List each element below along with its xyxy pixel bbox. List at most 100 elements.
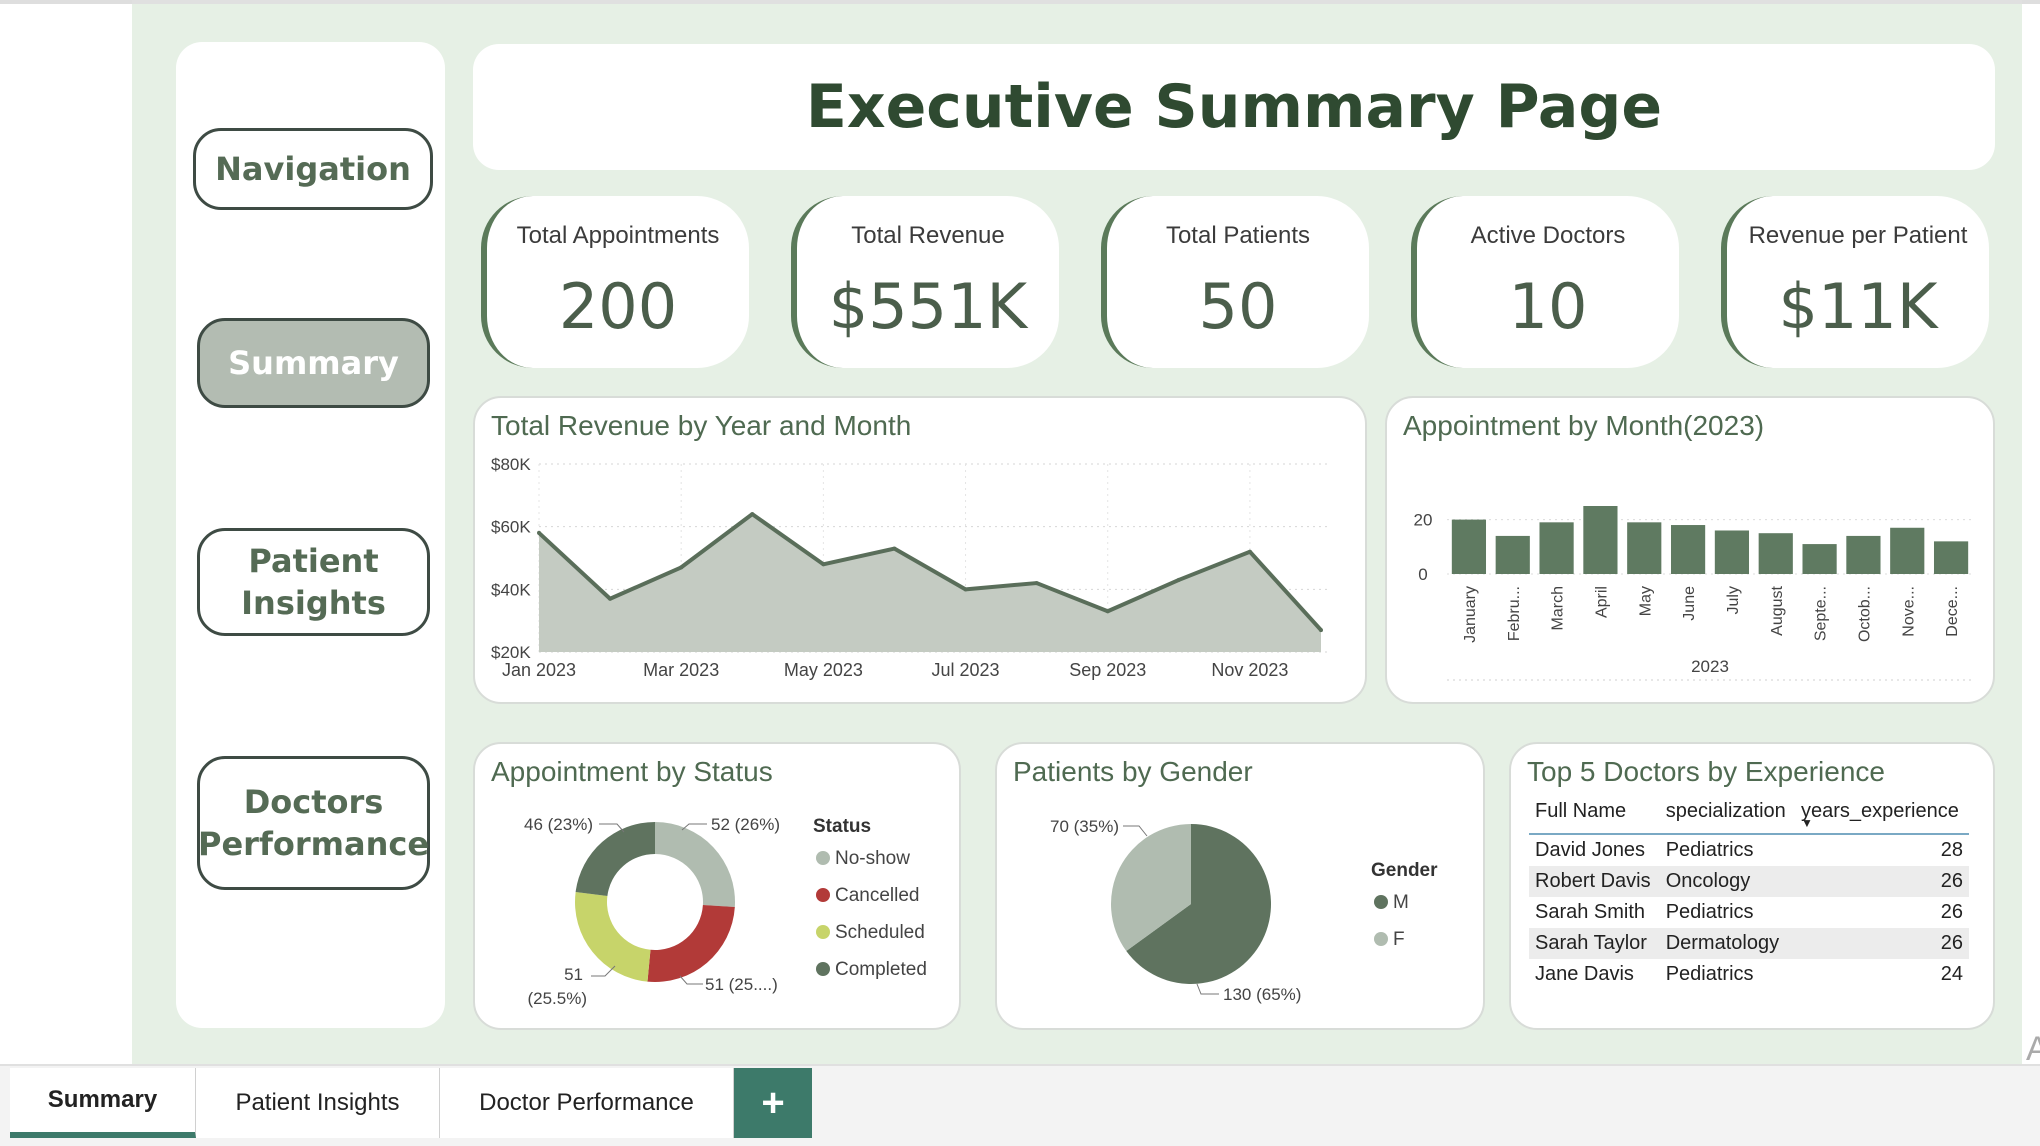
cell-specialization: Oncology: [1659, 866, 1795, 897]
cell-name: Jane Davis: [1535, 963, 1634, 985]
revenue-chart-card[interactable]: Total Revenue by Year and Month $80K $60K…: [473, 396, 1367, 704]
cell-name: Sarah Taylor: [1529, 928, 1660, 959]
appointments-bar-chart[interactable]: 200January Febru... March April May June July A…: [1387, 398, 1993, 702]
revenue-point: [1105, 609, 1110, 614]
bar-6: [1714, 530, 1750, 574]
leader-line: [679, 975, 703, 985]
kpi-total-appointments: Total Appointments 200: [481, 196, 749, 368]
x-tick-label: May: [1637, 586, 1654, 616]
x-axis-label: 2023: [1691, 657, 1729, 676]
cell-name: David Jones: [1535, 839, 1646, 861]
legend-item-scheduled: Scheduled: [835, 922, 925, 943]
kpi-revenue-per-patient: Revenue per Patient $11K: [1721, 196, 1989, 368]
sort-desc-icon: ▼: [1800, 816, 1813, 830]
revenue-point: [1034, 581, 1039, 586]
legend-item-no-show: No-show: [835, 848, 910, 869]
legend-marker-f: [1374, 932, 1388, 946]
legend-marker-no-show: [816, 851, 830, 865]
kpi-label: Total Revenue: [851, 222, 1005, 249]
kpi-value: 200: [558, 270, 678, 343]
kpi-label: Revenue per Patient: [1748, 222, 1968, 249]
slice-label-f: 70 (35%): [1050, 817, 1119, 836]
kpi-active-doctors: Active Doctors 10: [1411, 196, 1679, 368]
top-doctors-card[interactable]: Top 5 Doctors by Experience Full Name sp…: [1509, 742, 1995, 1030]
revenue-point: [821, 562, 826, 567]
bar-8: [1802, 544, 1837, 574]
tab-summary[interactable]: Summary: [10, 1068, 196, 1138]
x-tick-label: Jan 2023: [502, 660, 576, 680]
appointment-status-donut[interactable]: 52 (26%) 46 (23%) 51 (25....) 51 (25.5%) Stat…: [475, 744, 959, 1028]
donut-slice-cancelled: [647, 905, 735, 982]
bar-10: [1890, 527, 1925, 574]
legend-title: Status: [813, 816, 871, 837]
table-row[interactable]: David Jones Pediatrics 28: [1529, 834, 1969, 866]
kpi-total-patients: Total Patients 50: [1101, 196, 1369, 368]
revenue-point: [1176, 577, 1181, 582]
slice-label-scheduled-value: 51: [564, 965, 583, 984]
y-tick-label: 0: [1418, 565, 1427, 584]
col-header-years-experience[interactable]: years_experience ▼: [1794, 794, 1969, 835]
appointment-status-card[interactable]: Appointment by Status 52 (26%) 46 (23%) 51…: [473, 742, 961, 1030]
nav-button-navigation[interactable]: Navigation: [193, 128, 433, 210]
page-tabs-bar: Summary Patient Insights Doctor Performa…: [0, 1064, 2040, 1146]
x-tick-label: June: [1681, 586, 1698, 621]
bar-2: [1539, 522, 1574, 574]
kpi-value: 50: [1198, 270, 1278, 343]
cell-years: 24: [1940, 963, 1963, 985]
bar-7: [1758, 533, 1793, 574]
table-row[interactable]: Jane Davis Pediatrics 24: [1529, 959, 1969, 990]
slice-label-cancelled: 51 (25....): [705, 975, 778, 994]
tab-doctor-performance[interactable]: Doctor Performance: [440, 1068, 734, 1138]
revenue-point: [1247, 549, 1252, 554]
kpi-total-revenue: Total Revenue $551K: [791, 196, 1059, 368]
cell-specialization: Pediatrics: [1665, 839, 1754, 861]
x-tick-label: Octob...: [1856, 586, 1873, 642]
cell-specialization: Pediatrics: [1665, 963, 1754, 985]
table-row[interactable]: Sarah Taylor Dermatology 26: [1529, 928, 1969, 959]
revenue-point: [1319, 628, 1323, 633]
x-tick-label: May 2023: [784, 660, 863, 680]
table-row[interactable]: Sarah Smith Pediatrics 26: [1529, 897, 1969, 928]
x-tick-label: April: [1593, 586, 1610, 618]
kpi-label: Active Doctors: [1470, 222, 1626, 249]
cell-years: 26: [1940, 901, 1963, 923]
top-doctors-title: Top 5 Doctors by Experience: [1527, 756, 1885, 787]
top-doctors-table: Full Name specialization years_experienc…: [1529, 794, 1969, 990]
cell-years: 26: [1794, 866, 1969, 897]
legend-marker-completed: [816, 962, 830, 976]
col-header-specialization[interactable]: specialization: [1659, 794, 1795, 835]
tab-patient-insights[interactable]: Patient Insights: [196, 1068, 440, 1138]
revenue-area-chart[interactable]: $80K$60K$40K$20KJan 2023 Mar 2023 May 2023…: [475, 398, 1365, 702]
revenue-point: [608, 596, 613, 601]
page-title: Executive Summary Page: [805, 72, 1663, 142]
donut-slice-no-show: [655, 822, 735, 908]
patients-gender-pie[interactable]: 70 (35%) 130 (65%) Gender MF: [997, 744, 1483, 1028]
legend-item-cancelled: Cancelled: [835, 885, 920, 906]
x-tick-label: Nove...: [1900, 586, 1917, 637]
table-row[interactable]: Robert Davis Oncology 26: [1529, 866, 1969, 897]
patients-gender-card[interactable]: Patients by Gender 70 (35%) 130 (65%) Gend…: [995, 742, 1485, 1030]
cell-name: Robert Davis: [1529, 866, 1660, 897]
kpi-label: Total Appointments: [516, 222, 720, 249]
x-tick-label: Dece...: [1944, 586, 1961, 637]
nav-button-summary[interactable]: Summary: [197, 318, 430, 408]
x-tick-label: March: [1550, 586, 1567, 630]
y-tick-label: 20: [1414, 511, 1433, 530]
leader-line: [1196, 983, 1219, 995]
revenue-point: [892, 546, 897, 551]
legend-title: Gender: [1371, 860, 1438, 881]
title-card: Executive Summary Page: [473, 44, 1995, 170]
nav-button-doctors-performance[interactable]: Doctors Performance: [197, 756, 430, 890]
add-page-button[interactable]: +: [734, 1068, 812, 1138]
legend-marker-scheduled: [816, 925, 830, 939]
col-header-full-name[interactable]: Full Name: [1529, 794, 1660, 835]
nav-button-patient-insights[interactable]: Patient Insights: [197, 528, 430, 636]
appointments-month-card[interactable]: Appointment by Month(2023) 20 0 January Feb…: [1385, 396, 1995, 704]
revenue-point: [963, 587, 968, 592]
cell-specialization: Dermatology: [1659, 928, 1795, 959]
slice-label-scheduled-pct: (25.5%): [527, 989, 587, 1008]
slice-label-noshow: 52 (26%): [711, 815, 780, 834]
slice-label-m: 130 (65%): [1223, 985, 1301, 1004]
y-tick-label: $60K: [491, 518, 531, 537]
revenue-point: [750, 512, 755, 517]
